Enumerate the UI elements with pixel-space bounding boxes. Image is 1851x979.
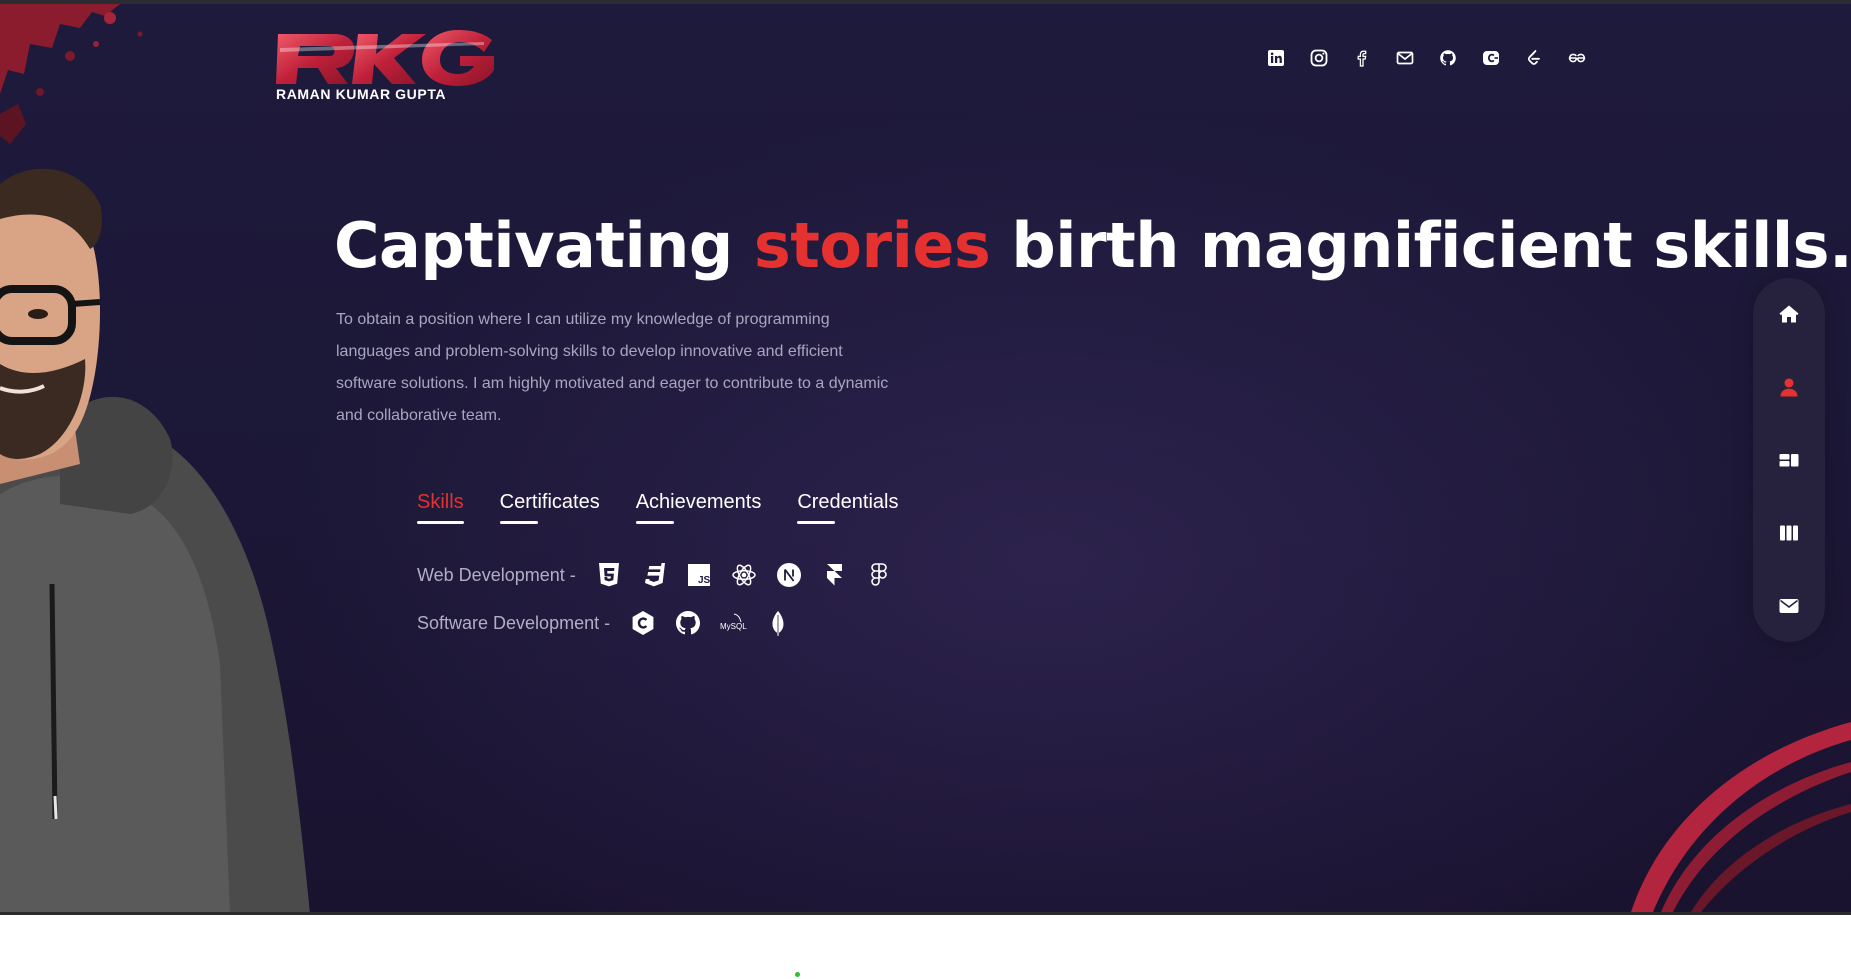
mysql-icon: MySQL [718, 608, 748, 638]
css3-icon [639, 560, 669, 590]
nav-contact[interactable] [1769, 586, 1809, 626]
nextjs-icon [774, 560, 804, 590]
rkg-logo-mark [276, 30, 494, 86]
linkedin-icon[interactable] [1264, 46, 1287, 69]
about-user-icon [1780, 378, 1798, 397]
instagram-icon[interactable] [1307, 46, 1330, 69]
profile-portrait-illustration [0, 168, 310, 912]
headline-accent-word: stories [753, 209, 991, 282]
hero-bottom-border [0, 912, 1851, 915]
figma-icon [864, 560, 894, 590]
social-links [1264, 46, 1588, 69]
mail-icon[interactable] [1393, 46, 1416, 69]
mysql-logo-text: MySQL [720, 622, 747, 631]
headline-start: Captivating [334, 209, 754, 282]
site-logo[interactable]: RAMAN KUMAR GUPTA [274, 26, 496, 106]
red-arc-decoration [1631, 722, 1851, 912]
tab-credentials[interactable]: Credentials [797, 491, 899, 524]
leetcode-icon[interactable] [1522, 46, 1545, 69]
c-language-icon [628, 608, 658, 638]
paint-splatter-decoration [0, 4, 143, 144]
logo-subtitle: RAMAN KUMAR GUPTA [276, 86, 447, 102]
nav-library[interactable] [1769, 513, 1809, 553]
facebook-icon[interactable] [1350, 46, 1373, 69]
software-development-label: Software Development - [417, 612, 611, 633]
status-dot [795, 972, 800, 977]
web-development-label: Web Development - [417, 564, 576, 585]
projects-icon [1779, 453, 1799, 467]
geeksforgeeks-icon[interactable] [1565, 46, 1588, 69]
tab-achievements[interactable]: Achievements [635, 491, 761, 524]
headline-end: birth magnificient skills. [990, 209, 1851, 282]
library-icon [1780, 525, 1798, 541]
nav-home[interactable] [1769, 294, 1809, 334]
side-navigation [1753, 278, 1825, 642]
hero-headline: Captivating stories birth magnificient s… [334, 209, 1851, 282]
home-icon [1779, 305, 1799, 323]
nav-about[interactable] [1769, 367, 1809, 407]
hero-section: RAMAN KUMAR GUPTA Captivating stories bi… [0, 4, 1851, 912]
contact-mail-icon [1779, 598, 1799, 613]
mongodb-icon [763, 608, 793, 638]
svg-text:JS: JS [698, 575, 711, 586]
about-tabs: Skills Certificates Achievements Credent… [417, 491, 899, 524]
html5-icon [594, 560, 624, 590]
tab-skills[interactable]: Skills [417, 491, 464, 524]
react-icon [729, 560, 759, 590]
codechef-icon[interactable] [1479, 46, 1502, 69]
tab-certificates[interactable]: Certificates [499, 491, 600, 524]
web-development-skills: Web Development - JS [417, 560, 909, 590]
javascript-icon: JS [684, 560, 714, 590]
hero-bio: To obtain a position where I can utilize… [336, 311, 889, 424]
github-icon[interactable] [1436, 46, 1459, 69]
github-icon [673, 608, 703, 638]
software-development-skills: Software Development - MySQL [417, 608, 808, 638]
nav-projects[interactable] [1769, 440, 1809, 480]
framer-icon [819, 560, 849, 590]
